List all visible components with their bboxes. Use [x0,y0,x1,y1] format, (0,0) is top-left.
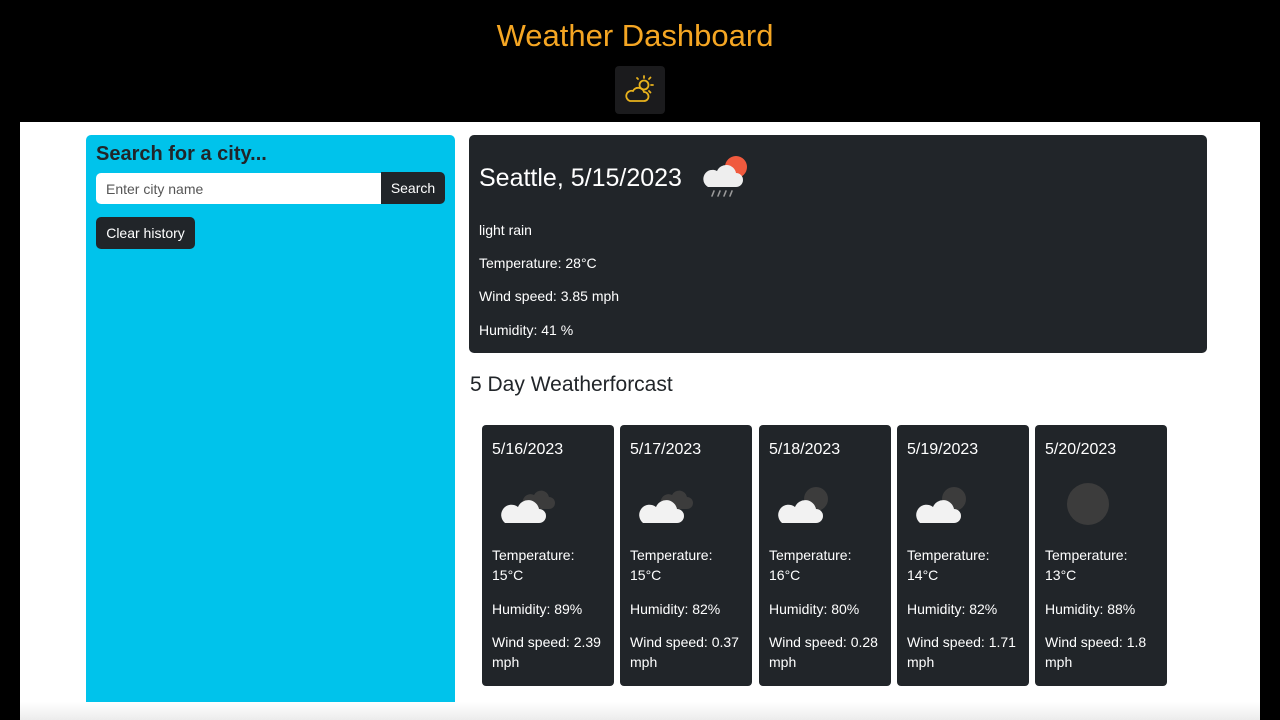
current-wind-speed: Wind speed: 3.85 mph [479,288,620,304]
forecast-humidity: Humidity: 89% [492,601,583,617]
current-weather-card: Seattle, 5/15/2023 light rain Temperatur… [469,135,1207,353]
forecast-temperature: Temperature: 15°C [630,547,713,583]
forecast-card: 5/16/2023 Temperature: 15°C Humidity: 89… [482,425,614,686]
light-rain-icon [703,156,747,197]
forecast-temperature: Temperature: 16°C [769,547,852,583]
forecast-temperature: Temperature: 14°C [907,547,990,583]
forecast-wind-speed: Wind speed: 0.28 mph [769,634,878,670]
scattered-clouds-icon [778,487,828,523]
forecast-date: 5/16/2023 [492,441,564,458]
current-city-date: Seattle, 5/15/2023 [479,164,682,192]
search-heading: Search for a city... [96,143,267,165]
forecast-wind-speed: Wind speed: 2.39 mph [492,634,601,670]
current-humidity: Humidity: 41 % [479,322,574,338]
search-input[interactable] [96,173,381,204]
forecast-wind-speed: Wind speed: 0.37 mph [630,634,739,670]
forecast-temperature: Temperature: 15°C [492,547,575,583]
broken-clouds-icon [501,490,555,523]
forecast-temperature: Temperature: 13°C [1045,547,1128,583]
forecast-card: 5/17/2023 Temperature: 15°C Humidity: 82… [620,425,752,686]
forecast-date: 5/18/2023 [769,441,841,458]
forecast-title: 5 Day Weatherforcast [470,373,673,396]
forecast-date: 5/17/2023 [630,441,702,458]
forecast-date: 5/19/2023 [907,441,979,458]
page-bottom-edge [20,702,1260,720]
broken-clouds-icon [639,490,693,523]
main-content: Search for a city... Search Clear histor… [20,122,1260,720]
search-panel: Search for a city... Search Clear histor… [86,135,455,713]
forecast-wind-speed: Wind speed: 1.8 mph [1045,634,1147,670]
forecast-humidity: Humidity: 88% [1045,601,1136,617]
forecast-card: 5/19/2023 Temperature: 14°C Humidity: 82… [897,425,1029,686]
forecast-humidity: Humidity: 82% [630,601,721,617]
scattered-clouds-icon [916,487,966,523]
forecast-date: 5/20/2023 [1045,441,1117,458]
forecast-card: 5/18/2023 Temperature: 16°C Humidity: 80… [759,425,891,686]
search-button[interactable]: Search [381,172,445,204]
clear-night-icon [1067,483,1109,525]
header: Weather Dashboard [0,0,1280,122]
forecast-humidity: Humidity: 82% [907,601,998,617]
forecast-card: 5/20/2023 Temperature: 13°C Humidity: 88… [1035,425,1167,686]
logo [615,66,665,114]
cloud-sun-icon [625,75,654,102]
forecast-wind-speed: Wind speed: 1.71 mph [907,634,1016,670]
current-temperature: Temperature: 28°C [479,255,597,271]
clear-history-button[interactable]: Clear history [96,217,195,249]
forecast-humidity: Humidity: 80% [769,601,860,617]
page-title: Weather Dashboard [496,18,774,53]
weather-description: light rain [479,222,532,238]
